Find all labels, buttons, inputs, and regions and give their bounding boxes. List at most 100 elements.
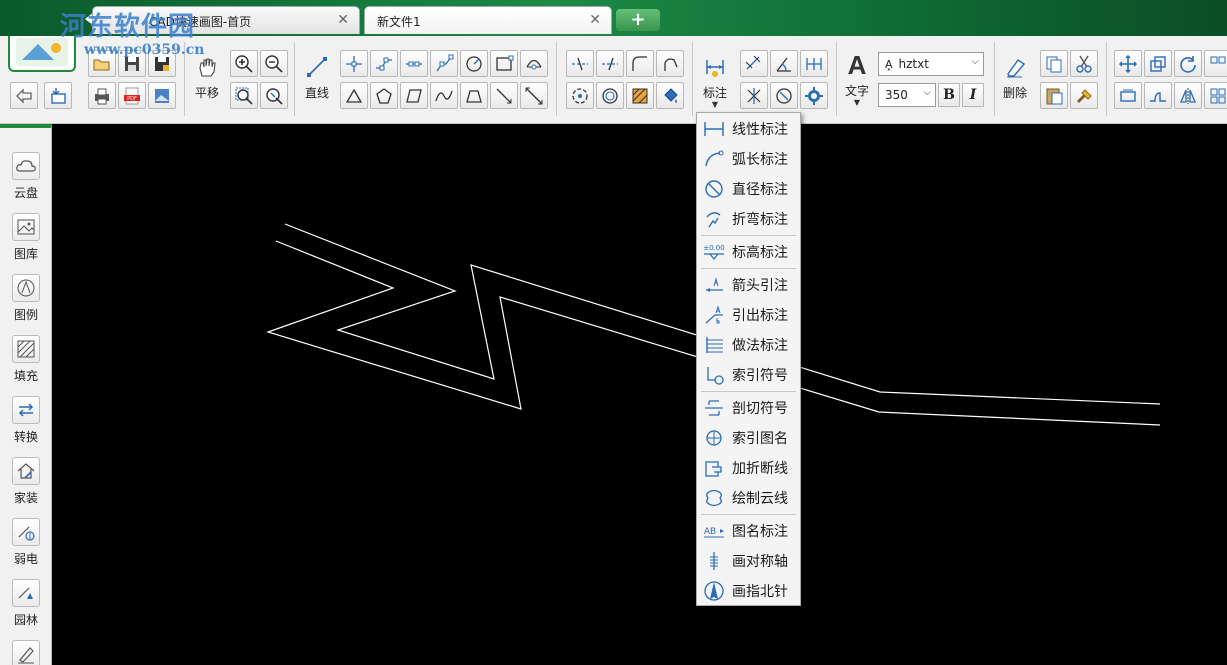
delete-label: 删除 <box>1002 86 1027 100</box>
chamfer-icon[interactable] <box>656 50 684 77</box>
add-tab-button[interactable]: + <box>616 9 660 31</box>
continuous-dimension-icon[interactable] <box>800 50 828 77</box>
zoom-out-icon[interactable] <box>260 50 288 77</box>
rotate-copy-icon[interactable] <box>566 82 594 109</box>
dimension-style-icon[interactable] <box>800 82 828 109</box>
cut-icon[interactable] <box>1070 50 1098 77</box>
stretch-icon[interactable] <box>1114 82 1142 109</box>
scale-icon[interactable] <box>1144 50 1172 77</box>
font-select-arrow-icon[interactable]: ⌵ <box>971 56 979 67</box>
tab-new-file[interactable]: 新文件1 ✕ <box>364 6 612 34</box>
zoom-extents-icon[interactable] <box>260 82 288 109</box>
text-size-select[interactable]: 350 ⌵ <box>878 83 936 107</box>
multiline-icon[interactable] <box>370 50 398 77</box>
hatch-icon <box>12 335 40 363</box>
tab-new-file-close-icon[interactable]: ✕ <box>589 12 601 28</box>
dimension-button[interactable]: 标注 ▼ <box>698 52 732 109</box>
radius-dimension-icon[interactable] <box>770 82 798 109</box>
italic-button[interactable]: I <box>962 83 984 107</box>
ray-icon[interactable] <box>490 82 518 109</box>
menu-item-leader[interactable]: 引出标注 <box>697 300 800 330</box>
menu-item-label: 弧长标注 <box>732 152 788 168</box>
drawing-canvas[interactable] <box>53 125 1227 665</box>
break-icon[interactable] <box>1144 82 1172 109</box>
export-pdf-icon[interactable]: PDF <box>118 82 146 109</box>
palette-item-pen[interactable] <box>8 640 44 665</box>
palette-item-low-voltage[interactable]: 弱电 <box>8 518 44 567</box>
palette-item-garden[interactable]: 园林 <box>8 579 44 628</box>
menu-item-break-line[interactable]: 加折断线 <box>697 453 800 483</box>
offset-icon[interactable] <box>596 82 624 109</box>
rotate-icon[interactable] <box>1174 50 1202 77</box>
trapezoid-icon[interactable] <box>460 82 488 109</box>
array-icon[interactable] <box>1204 50 1227 77</box>
match-properties-icon[interactable] <box>1070 82 1098 109</box>
fill-bucket-icon[interactable] <box>656 82 684 109</box>
elevation-icon: ±0.00 <box>701 240 727 264</box>
polyline-icon[interactable] <box>340 50 368 77</box>
double-line-icon[interactable] <box>400 50 428 77</box>
move-icon[interactable] <box>1114 50 1142 77</box>
palette-item-hatch[interactable]: 填充 <box>8 335 44 384</box>
grid-array-icon[interactable] <box>1204 82 1227 109</box>
spline-icon[interactable] <box>430 82 458 109</box>
menu-item-method-note[interactable]: 做法标注 <box>697 330 800 360</box>
back-history-icon[interactable] <box>10 82 38 109</box>
zoom-in-icon[interactable] <box>230 50 258 77</box>
construction-line-icon[interactable] <box>520 82 548 109</box>
palette-label: 转换 <box>13 430 38 444</box>
menu-item-section-symbol[interactable]: 剖切符号 <box>697 393 800 423</box>
export-image-icon[interactable] <box>148 82 176 109</box>
menu-item-drawing-title[interactable]: AB 图名标注 <box>697 516 800 546</box>
menu-item-symmetry-axis[interactable]: 画对称轴 <box>697 546 800 576</box>
menu-item-diameter[interactable]: 直径标注 <box>697 174 800 204</box>
tab-home-close-icon[interactable]: ✕ <box>337 12 349 28</box>
menu-item-index-title[interactable]: 索引图名 <box>697 423 800 453</box>
paste-icon[interactable] <box>1040 82 1068 109</box>
menu-item-north-arrow[interactable]: 画指北针 <box>697 576 800 606</box>
menu-item-revision-cloud[interactable]: 绘制云线 <box>697 483 800 513</box>
font-select[interactable]: A͓ hztxt ⌵ <box>878 52 984 76</box>
coordinate-dimension-icon[interactable] <box>740 82 768 109</box>
delete-button[interactable]: 删除 <box>998 52 1032 101</box>
tab-new-file-label: 新文件1 <box>377 15 421 29</box>
arc-icon[interactable] <box>520 50 548 77</box>
palette-item-cloud[interactable]: 云盘 <box>8 152 44 201</box>
triangle-icon[interactable] <box>340 82 368 109</box>
menu-item-arrow-leader[interactable]: 箭头引注 <box>697 270 800 300</box>
palette-item-home-decor[interactable]: 家装 <box>8 457 44 506</box>
text-size-arrow-icon[interactable]: ⌵ <box>923 87 931 98</box>
pentagon-icon[interactable] <box>370 82 398 109</box>
text-button[interactable]: A 文字 ▼ <box>840 50 874 107</box>
circle-icon[interactable] <box>460 50 488 77</box>
palette-item-convert[interactable]: 转换 <box>8 396 44 445</box>
parallelogram-icon[interactable] <box>400 82 428 109</box>
line-button[interactable]: 直线 <box>300 52 334 101</box>
menu-item-arc-length[interactable]: 弧长标注 <box>697 144 800 174</box>
hatch-pattern-icon[interactable] <box>626 82 654 109</box>
mirror-icon[interactable] <box>1174 82 1202 109</box>
menu-item-label: 箭头引注 <box>732 278 788 294</box>
menu-item-jogged[interactable]: 折弯标注 <box>697 204 800 234</box>
copy-icon[interactable] <box>1040 50 1068 77</box>
aligned-dimension-icon[interactable] <box>740 50 768 77</box>
spline-points-icon[interactable] <box>430 50 458 77</box>
extend-icon[interactable] <box>596 50 624 77</box>
menu-item-linear-dimension[interactable]: 线性标注 <box>697 114 800 144</box>
palette-item-gallery[interactable]: 图库 <box>8 213 44 262</box>
bold-button[interactable]: B <box>938 83 960 107</box>
print-icon[interactable] <box>88 82 116 109</box>
zoom-window-icon[interactable] <box>230 82 258 109</box>
pan-button[interactable]: 平移 <box>190 52 224 101</box>
rectangle-icon[interactable] <box>490 50 518 77</box>
menu-item-label: 做法标注 <box>732 338 788 354</box>
angular-dimension-icon[interactable] <box>770 50 798 77</box>
import-icon[interactable] <box>44 82 72 109</box>
home-decor-icon <box>12 457 40 485</box>
trim-icon[interactable] <box>566 50 594 77</box>
menu-item-elevation[interactable]: ±0.00 标高标注 <box>697 237 800 267</box>
fillet-icon[interactable] <box>626 50 654 77</box>
palette-item-legend[interactable]: 图例 <box>8 274 44 323</box>
menu-item-index-symbol[interactable]: 索引符号 <box>697 360 800 390</box>
break-line-drawing <box>266 223 1161 426</box>
